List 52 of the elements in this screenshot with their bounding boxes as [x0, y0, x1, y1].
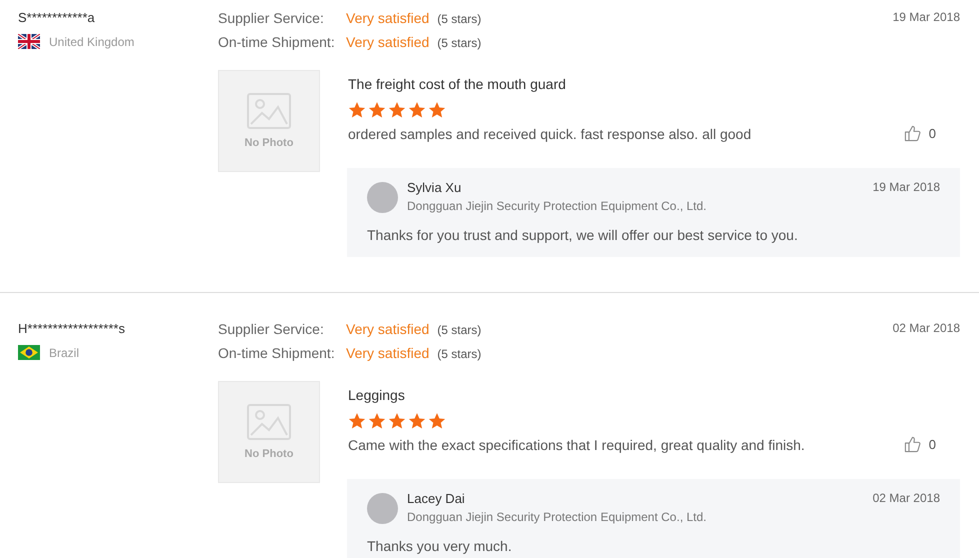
rating-stars-note: (5 stars): [437, 323, 482, 337]
like-count: 0: [928, 126, 936, 141]
reply-text: Thanks you very much.: [367, 538, 513, 554]
rating-value: Very satisfied: [346, 34, 430, 50]
review-date: 02 Mar 2018: [892, 321, 960, 337]
star-icon: [428, 101, 446, 119]
star-icon: [408, 101, 426, 119]
star-icon: [428, 412, 446, 430]
rating-stars-note: (5 stars): [437, 347, 482, 361]
flag-icon: [18, 345, 40, 360]
star-icon: [368, 412, 386, 430]
reply-text: Thanks for you trust and support, we will offer our best service to you.: [367, 227, 799, 243]
review-comment: Came with the exact specifications that I required, great quality and finish.: [348, 436, 805, 452]
product-title: Leggings: [348, 387, 406, 403]
rating-label: Supplier Service:: [218, 321, 325, 337]
star-icon: [348, 412, 366, 430]
product-title: The freight cost of the mouth guard: [348, 76, 567, 92]
reply-date: 02 Mar 2018: [872, 491, 940, 505]
company-name: Dongguan Jiejin Security Protection Equipment Co., Ltd.: [407, 199, 708, 213]
review-date: 19 Mar 2018: [892, 10, 960, 26]
review-comment: ordered samples and received quick. fast response also. all good: [348, 126, 752, 142]
rating-value: Very satisfied: [346, 10, 430, 26]
thumbs-up-icon[interactable]: [904, 125, 921, 142]
rating-label: Supplier Service:: [218, 10, 325, 26]
reply-date: 19 Mar 2018: [872, 180, 940, 194]
star-icon: [368, 101, 386, 119]
replier-name: Sylvia Xu: [407, 180, 462, 195]
replier-name: Lacey Dai: [407, 491, 466, 506]
avatar: [367, 493, 398, 524]
image-icon: [247, 404, 291, 440]
star-icon: [388, 101, 406, 119]
star-icon: [348, 101, 366, 119]
buyer-name: H******************s: [18, 321, 126, 336]
star-icon: [388, 412, 406, 430]
country-name: Brazil: [49, 346, 80, 360]
buyer-name: S************a: [18, 10, 96, 25]
country-name: United Kingdom: [49, 34, 134, 48]
no-photo-label: No Photo: [244, 137, 294, 149]
rating-value: Very satisfied: [346, 345, 430, 361]
company-name: Dongguan Jiejin Security Protection Equipment Co., Ltd.: [407, 510, 708, 524]
image-icon: [247, 93, 291, 129]
no-photo-label: No Photo: [244, 448, 294, 460]
avatar: [367, 182, 398, 213]
star-icon: [408, 412, 426, 430]
thumbs-up-icon[interactable]: [904, 436, 921, 453]
rating-value: Very satisfied: [346, 321, 430, 337]
rating-label: On-time Shipment:: [218, 34, 336, 50]
flag-icon: [18, 34, 40, 49]
rating-label: On-time Shipment:: [218, 345, 336, 361]
rating-stars-note: (5 stars): [437, 12, 482, 26]
rating-stars-note: (5 stars): [437, 36, 482, 50]
like-count: 0: [928, 437, 936, 452]
